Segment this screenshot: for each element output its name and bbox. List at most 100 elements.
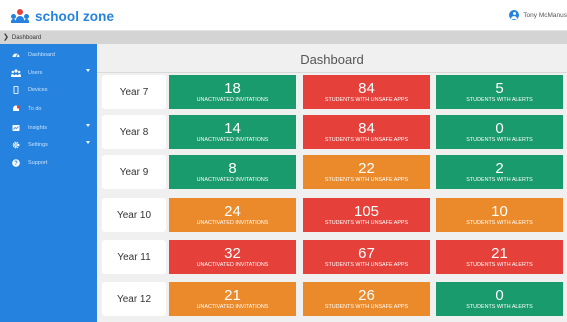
caret-down-icon (86, 69, 90, 72)
year-label[interactable]: Year 8 (102, 115, 166, 149)
metric-label: UNACTIVATED INVITATIONS (196, 219, 269, 226)
metric-label: UNACTIVATED INVITATIONS (196, 176, 269, 183)
divider (97, 72, 567, 73)
unsafe-apps-card[interactable]: 67 STUDENTS WITH UNSAFE APPS (303, 240, 430, 274)
sidebar-item-todo[interactable]: To do (0, 102, 97, 116)
metric-value: 84 (358, 79, 375, 97)
user-menu[interactable]: Tony McManus (509, 10, 567, 20)
users-logo-icon (11, 9, 29, 23)
sidebar-item-users[interactable]: Users (0, 66, 97, 80)
metric-value: 5 (495, 79, 504, 97)
metric-label: STUDENTS WITH ALERTS (466, 261, 533, 268)
metric-label: STUDENTS WITH ALERTS (466, 176, 533, 183)
unsafe-apps-card[interactable]: 26 STUDENTS WITH UNSAFE APPS (303, 282, 430, 316)
alerts-card[interactable]: 10 STUDENTS WITH ALERTS (436, 198, 563, 232)
unsafe-apps-card[interactable]: 84 STUDENTS WITH UNSAFE APPS (303, 115, 430, 149)
metric-label: UNACTIVATED INVITATIONS (196, 96, 269, 103)
year-row: Year 12 21 UNACTIVATED INVITATIONS 26 STUD… (102, 282, 564, 316)
app-logo[interactable]: school zone (11, 7, 114, 25)
sidebar-item-label: Users (28, 70, 43, 76)
metric-label: STUDENTS WITH UNSAFE APPS (324, 176, 409, 183)
sidebar-item-insights[interactable]: Insights (0, 121, 97, 135)
top-bar: school zone Tony McManus (0, 0, 567, 31)
todo-icon (13, 105, 20, 111)
metric-label: UNACTIVATED INVITATIONS (196, 261, 269, 268)
metric-value: 67 (358, 244, 375, 262)
breadcrumb-current: Dashboard (11, 34, 42, 41)
sidebar-item-devices[interactable]: Devices (0, 83, 97, 97)
metric-label: UNACTIVATED INVITATIONS (196, 303, 269, 310)
metric-value: 32 (224, 244, 241, 262)
sidebar-item-label: Settings (28, 142, 48, 148)
main-content: Dashboard Year 7 18 UNACTIVATED INVITATIO… (97, 44, 567, 322)
unsafe-apps-card[interactable]: 105 STUDENTS WITH UNSAFE APPS (303, 198, 430, 232)
user-icon (509, 10, 520, 20)
unsafe-apps-card[interactable]: 22 STUDENTS WITH UNSAFE APPS (303, 155, 430, 189)
sidebar-item-label: Support (28, 160, 48, 166)
alerts-card[interactable]: 5 STUDENTS WITH ALERTS (436, 75, 563, 109)
year-row: Year 10 24 UNACTIVATED INVITATIONS 105 STU… (102, 198, 564, 232)
metric-value: 22 (358, 159, 375, 177)
metric-label: STUDENTS WITH ALERTS (466, 96, 533, 103)
year-row: Year 9 8 UNACTIVATED INVITATIONS 22 STUDEN… (102, 155, 564, 189)
unactivated-invitations-card[interactable]: 14 UNACTIVATED INVITATIONS (169, 115, 296, 149)
year-label[interactable]: Year 12 (102, 282, 166, 316)
year-label[interactable]: Year 11 (102, 240, 166, 274)
metric-value: 0 (495, 119, 504, 137)
year-row: Year 7 18 UNACTIVATED INVITATIONS 84 STUDE… (102, 75, 564, 109)
metric-label: STUDENTS WITH ALERTS (466, 136, 533, 143)
metric-label: STUDENTS WITH ALERTS (466, 303, 533, 310)
page-title: Dashboard (300, 52, 364, 67)
year-label[interactable]: Year 9 (102, 155, 166, 189)
user-name: Tony McManus (523, 11, 567, 19)
chevron-right-icon[interactable]: ❯ (3, 34, 9, 41)
metric-value: 24 (224, 202, 241, 220)
users-icon (11, 69, 21, 77)
metric-label: STUDENTS WITH UNSAFE APPS (324, 96, 409, 103)
year-label[interactable]: Year 7 (102, 75, 166, 109)
insights-icon (12, 125, 20, 131)
sidebar-item-label: To do (28, 106, 42, 112)
unactivated-invitations-card[interactable]: 18 UNACTIVATED INVITATIONS (169, 75, 296, 109)
metric-value: 21 (491, 244, 508, 262)
help-icon: ? (12, 159, 20, 167)
gear-icon (12, 141, 20, 149)
year-row: Year 11 32 UNACTIVATED INVITATIONS 67 STUD… (102, 240, 564, 274)
metric-value: 105 (353, 202, 380, 220)
metric-label: STUDENTS WITH UNSAFE APPS (324, 303, 409, 310)
sidebar-item-label: Devices (28, 87, 48, 93)
app-name: school zone (35, 8, 115, 24)
metric-value: 2 (495, 159, 504, 177)
unactivated-invitations-card[interactable]: 32 UNACTIVATED INVITATIONS (169, 240, 296, 274)
metric-label: STUDENTS WITH ALERTS (466, 219, 533, 226)
metric-value: 26 (358, 286, 375, 304)
alerts-card[interactable]: 2 STUDENTS WITH ALERTS (436, 155, 563, 189)
metric-value: 18 (224, 79, 241, 97)
metric-value: 8 (228, 159, 237, 177)
sidebar-item-support[interactable]: ? Support (0, 156, 97, 170)
sidebar-item-settings[interactable]: Settings (0, 138, 97, 152)
svg-text:?: ? (14, 161, 18, 167)
breadcrumb: ❯ Dashboard (0, 31, 567, 44)
sidebar: Dashboard Users Devices To do Insights S… (0, 44, 97, 322)
dashboard-icon (12, 53, 20, 58)
unactivated-invitations-card[interactable]: 8 UNACTIVATED INVITATIONS (169, 155, 296, 189)
year-label[interactable]: Year 10 (102, 198, 166, 232)
metric-value: 84 (358, 119, 375, 137)
unactivated-invitations-card[interactable]: 24 UNACTIVATED INVITATIONS (169, 198, 296, 232)
caret-down-icon (86, 124, 90, 127)
metric-value: 10 (491, 202, 508, 220)
alerts-card[interactable]: 21 STUDENTS WITH ALERTS (436, 240, 563, 274)
sidebar-item-dashboard[interactable]: Dashboard (0, 48, 97, 62)
sidebar-item-label: Insights (28, 125, 47, 131)
metric-value: 14 (224, 119, 241, 137)
metric-label: STUDENTS WITH UNSAFE APPS (324, 219, 409, 226)
year-row: Year 8 14 UNACTIVATED INVITATIONS 84 STUDE… (102, 115, 564, 149)
unactivated-invitations-card[interactable]: 21 UNACTIVATED INVITATIONS (169, 282, 296, 316)
device-icon (13, 86, 19, 94)
metric-label: STUDENTS WITH UNSAFE APPS (324, 261, 409, 268)
alerts-card[interactable]: 0 STUDENTS WITH ALERTS (436, 282, 563, 316)
caret-down-icon (86, 141, 90, 144)
alerts-card[interactable]: 0 STUDENTS WITH ALERTS (436, 115, 563, 149)
unsafe-apps-card[interactable]: 84 STUDENTS WITH UNSAFE APPS (303, 75, 430, 109)
